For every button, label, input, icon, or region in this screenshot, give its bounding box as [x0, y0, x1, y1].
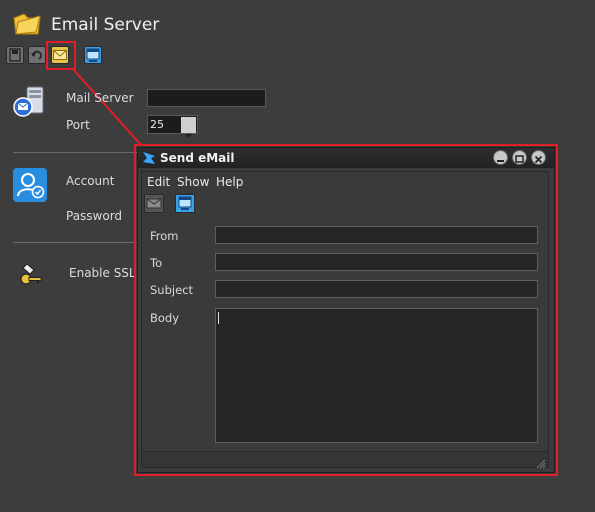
from-label: From [150, 229, 179, 243]
subject-label: Subject [150, 283, 193, 297]
port-up-button[interactable] [181, 117, 196, 130]
enable-ssl-label: Enable SSL [69, 266, 136, 280]
dialog-content: Edit Show Help From To Subject Body [141, 171, 549, 469]
dialog-app-icon [141, 150, 157, 166]
password-label: Password [66, 209, 123, 223]
status-bar [142, 451, 548, 469]
close-button[interactable] [531, 150, 546, 165]
divider [13, 152, 138, 153]
minimize-button[interactable] [493, 150, 508, 165]
menu-help[interactable]: Help [216, 175, 243, 189]
subject-field[interactable] [215, 280, 538, 298]
text-cursor [218, 312, 219, 324]
to-label: To [150, 256, 163, 270]
port-down-button[interactable] [181, 125, 196, 138]
resize-grip-icon[interactable] [534, 454, 546, 469]
dialog-titlebar[interactable]: Send eMail [138, 148, 554, 168]
from-field[interactable] [215, 226, 538, 244]
body-textarea[interactable] [215, 308, 538, 443]
port-label: Port [66, 118, 90, 132]
window-icon[interactable] [175, 194, 195, 213]
body-label: Body [150, 311, 180, 325]
maximize-button[interactable] [512, 150, 527, 165]
mail-server-input[interactable] [147, 89, 266, 107]
port-value: 25 [150, 118, 164, 131]
port-stepper[interactable]: 25 [147, 115, 198, 138]
account-label: Account [66, 174, 115, 188]
server-icon [13, 85, 47, 119]
to-field[interactable] [215, 253, 538, 271]
key-icon [18, 262, 44, 286]
account-icon [13, 168, 47, 202]
dialog-title: Send eMail [160, 151, 235, 165]
menu-edit[interactable]: Edit [147, 175, 170, 189]
menu-show[interactable]: Show [177, 175, 209, 189]
mail-server-label: Mail Server [66, 91, 134, 105]
send-email-dialog: Send eMail Edit Show Help From To Subjec… [137, 147, 555, 473]
divider [13, 242, 138, 243]
send-icon[interactable] [144, 194, 164, 213]
